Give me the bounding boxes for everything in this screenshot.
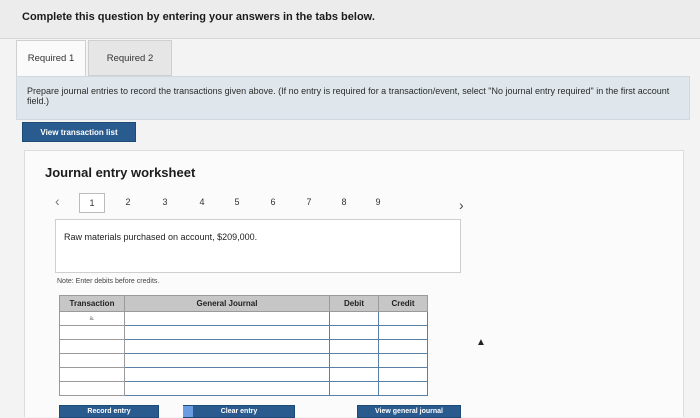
credit-input[interactable] <box>378 381 428 396</box>
tab-required-1[interactable]: Required 1 <box>16 40 86 76</box>
nav-page-6[interactable]: 6 <box>266 197 280 207</box>
question-header: Complete this question by entering your … <box>0 0 700 39</box>
journal-entry-worksheet: Journal entry worksheet ‹ 1 2 3 4 5 6 7 … <box>24 150 684 418</box>
nav-page-5[interactable]: 5 <box>230 197 244 207</box>
mouse-cursor-icon: ▲ <box>476 337 486 348</box>
table-row <box>59 353 428 368</box>
view-general-journal-button[interactable]: View general journal <box>357 405 461 418</box>
journal-table: Transaction General Journal Debit Credit… <box>59 295 428 396</box>
nav-page-1[interactable]: 1 <box>79 193 105 213</box>
table-row <box>59 339 428 354</box>
debit-input[interactable] <box>329 353 379 368</box>
transaction-cell <box>59 353 125 368</box>
chevron-left-icon[interactable]: ‹ <box>55 193 60 209</box>
table-row <box>59 325 428 340</box>
account-input[interactable] <box>124 339 330 354</box>
transaction-nav: ‹ 1 2 3 4 5 6 7 8 9 <box>55 193 475 213</box>
debit-input[interactable] <box>329 311 379 326</box>
transaction-description: Raw materials purchased on account, $209… <box>55 219 461 273</box>
nav-page-8[interactable]: 8 <box>337 197 351 207</box>
debit-input[interactable] <box>329 381 379 396</box>
chevron-right-icon[interactable]: › <box>459 197 464 213</box>
table-header-row: Transaction General Journal Debit Credit <box>59 295 428 312</box>
credit-input[interactable] <box>378 353 428 368</box>
nav-page-9[interactable]: 9 <box>371 197 385 207</box>
transaction-cell <box>59 325 125 340</box>
table-row <box>59 367 428 382</box>
debit-input[interactable] <box>329 367 379 382</box>
tab-required-2[interactable]: Required 2 <box>88 40 172 76</box>
nav-page-3[interactable]: 3 <box>158 197 172 207</box>
table-row: a. <box>59 311 428 326</box>
credit-input[interactable] <box>378 339 428 354</box>
record-entry-button[interactable]: Record entry <box>59 405 159 418</box>
header-transaction: Transaction <box>59 295 125 312</box>
transaction-cell <box>59 339 125 354</box>
header-general-journal: General Journal <box>124 295 330 312</box>
credit-input[interactable] <box>378 311 428 326</box>
nav-page-2[interactable]: 2 <box>121 197 135 207</box>
instructions-box: Prepare journal entries to record the tr… <box>16 76 690 120</box>
debit-credit-note: Note: Enter debits before credits. <box>57 278 160 285</box>
question-instruction: Complete this question by entering your … <box>22 11 375 23</box>
credit-input[interactable] <box>378 325 428 340</box>
transaction-cell <box>59 367 125 382</box>
table-row <box>59 381 428 396</box>
worksheet-title: Journal entry worksheet <box>45 165 196 180</box>
view-transaction-list-button[interactable]: View transaction list <box>22 122 136 142</box>
nav-page-4[interactable]: 4 <box>195 197 209 207</box>
account-input[interactable] <box>124 353 330 368</box>
transaction-cell: a. <box>59 311 125 326</box>
debit-input[interactable] <box>329 325 379 340</box>
account-input[interactable] <box>124 367 330 382</box>
debit-input[interactable] <box>329 339 379 354</box>
nav-page-7[interactable]: 7 <box>302 197 316 207</box>
transaction-cell <box>59 381 125 396</box>
header-credit: Credit <box>378 295 428 312</box>
account-input[interactable] <box>124 325 330 340</box>
header-debit: Debit <box>329 295 379 312</box>
check-icon <box>183 406 193 417</box>
credit-input[interactable] <box>378 367 428 382</box>
account-input[interactable] <box>124 381 330 396</box>
account-input[interactable] <box>124 311 330 326</box>
clear-entry-button[interactable]: Clear entry <box>183 405 295 418</box>
